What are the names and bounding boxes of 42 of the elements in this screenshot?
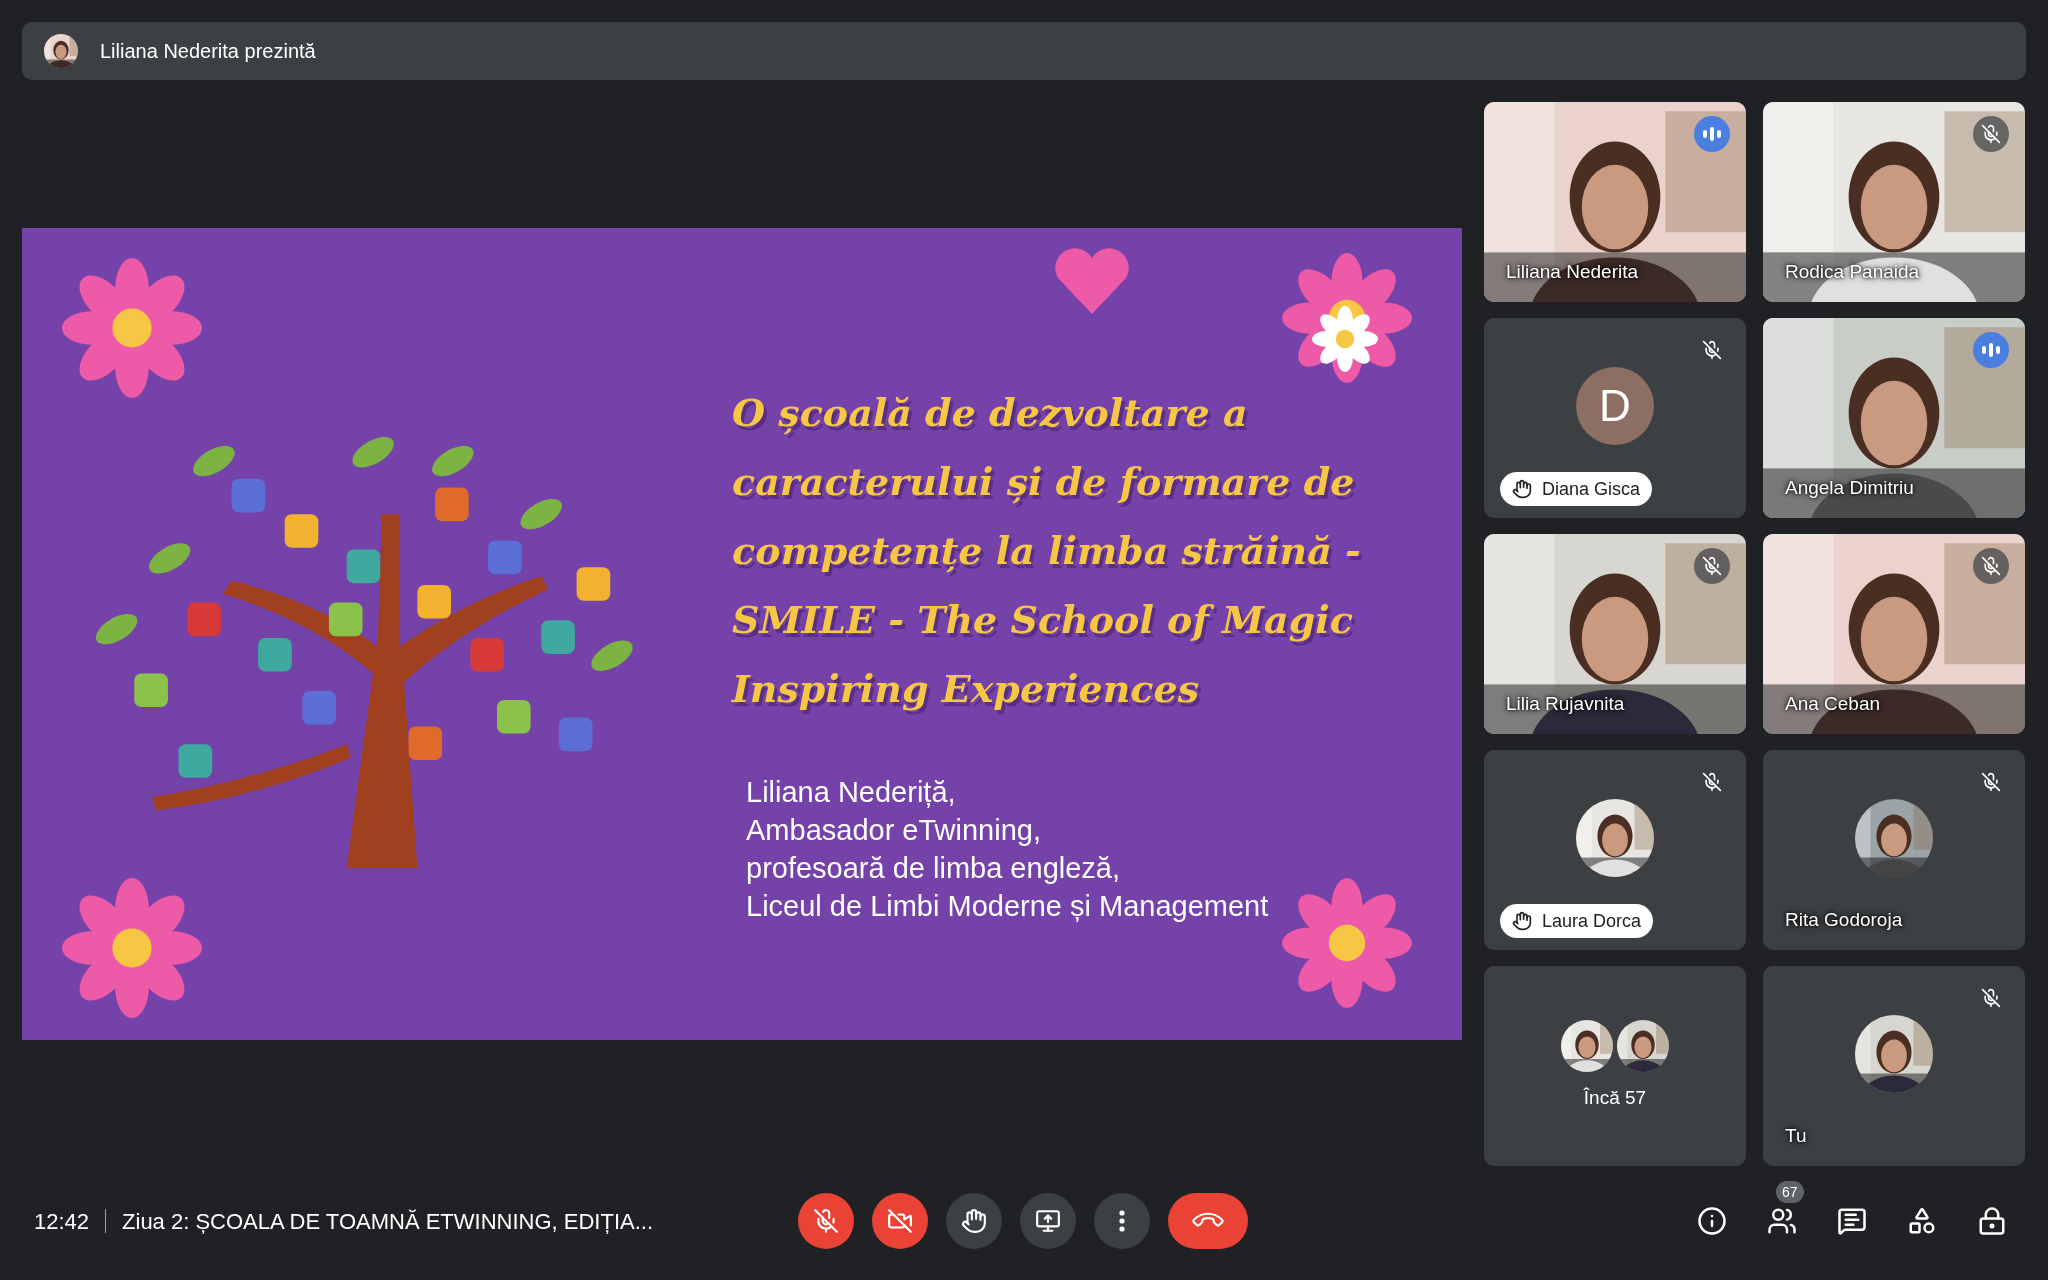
camera-icon — [887, 1208, 913, 1234]
raise-hand-button[interactable] — [946, 1193, 1002, 1249]
participant-name: Laura Dorca — [1542, 909, 1642, 933]
present-button[interactable] — [1020, 1193, 1076, 1249]
raise-hand-icon — [961, 1208, 987, 1234]
participant-tile[interactable]: D Diana Gisca — [1484, 318, 1746, 518]
clock-time: 12:42 — [34, 1207, 90, 1236]
hand-icon — [1512, 479, 1532, 499]
participant-tile[interactable]: Ana Ceban — [1763, 534, 2025, 734]
flower-icon — [62, 878, 202, 1018]
camera-button[interactable] — [872, 1193, 928, 1249]
participant-name: Ana Ceban — [1785, 691, 1881, 716]
present-icon — [1035, 1208, 1061, 1234]
participant-name: Diana Gisca — [1542, 477, 1641, 501]
leave-call-button[interactable] — [1168, 1193, 1248, 1249]
microphone-icon — [813, 1208, 839, 1234]
presenter-label: Liliana Nederita prezintă — [100, 39, 316, 64]
participant-name: Liliana Nederita — [1506, 259, 1639, 284]
flower-icon — [62, 258, 202, 398]
participant-tile[interactable]: Încă 57 — [1484, 966, 1746, 1166]
microphone-button[interactable] — [798, 1193, 854, 1249]
hand-icon — [1512, 911, 1532, 931]
more-vertical-icon — [1119, 1210, 1125, 1232]
participant-name: Tu — [1785, 1123, 1807, 1148]
slide-credits: Liliana Nederiță, Ambasador eTwinning, profesoară de limba engleză, Liceul de Limbi Moderne și Management — [746, 775, 1270, 924]
participant-name: Rita Godoroja — [1785, 907, 1903, 932]
participant-tile[interactable]: Laura Dorca — [1484, 750, 1746, 950]
participant-tile[interactable]: Angela Dimitriu — [1763, 318, 2025, 518]
participant-name: Angela Dimitriu — [1785, 475, 1914, 500]
participant-tile[interactable]: Tu — [1763, 966, 2025, 1166]
avatar: D — [1576, 367, 1654, 445]
meeting-title: Ziua 2: ȘCOALA DE TOAMNĂ ETWINNING, EDIȚIA... — [122, 1207, 654, 1236]
more-options-button[interactable] — [1094, 1193, 1150, 1249]
participant-tile[interactable]: Lilia Rujavnita — [1484, 534, 1746, 734]
participant-count-badge: 67 — [1776, 1181, 1804, 1203]
heart-icon — [1052, 246, 1132, 316]
participant-tile[interactable]: Liliana Nederita — [1484, 102, 1746, 302]
participant-tile[interactable]: Rita Godoroja — [1763, 750, 2025, 950]
flower-icon — [1282, 878, 1412, 1008]
participant-name: Lilia Rujavnita — [1506, 691, 1625, 716]
slide-title: O școală de dezvoltare a caracterului și de formare de competențe la limba străină - SMILE - The School of Magic Inspiring Experiences — [732, 389, 1361, 713]
more-participants-label: Încă 57 — [1583, 1085, 1647, 1110]
